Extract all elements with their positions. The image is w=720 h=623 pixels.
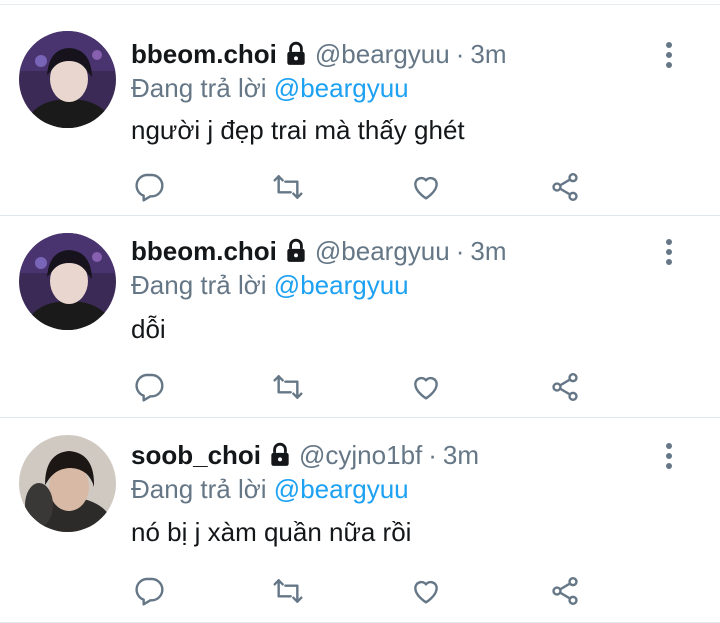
retweet-icon[interactable]	[270, 369, 306, 405]
separator: ·	[455, 235, 465, 266]
tweet-actions	[0, 169, 720, 205]
reply-icon[interactable]	[131, 573, 167, 609]
tweet-item[interactable]: bbeom.choi @beargyuu · 3m Đang trả lời @…	[0, 5, 720, 216]
tweet-header: soob_choi @cyjno1bf · 3m	[131, 434, 479, 476]
display-name[interactable]: soob_choi	[131, 440, 261, 471]
user-handle[interactable]: @beargyuu	[315, 236, 450, 267]
more-icon[interactable]	[660, 440, 678, 472]
avatar[interactable]	[19, 31, 116, 128]
reply-to-link[interactable]: @beargyuu	[274, 73, 409, 103]
avatar[interactable]	[19, 233, 116, 330]
tweet-header: bbeom.choi @beargyuu · 3m	[131, 230, 507, 272]
tweet-item[interactable]: bbeom.choi @beargyuu · 3m Đang trả lời @…	[0, 216, 720, 418]
share-icon[interactable]	[547, 169, 583, 205]
display-name[interactable]: bbeom.choi	[131, 236, 277, 267]
share-icon[interactable]	[547, 369, 583, 405]
lock-icon	[283, 238, 309, 264]
user-handle[interactable]: @cyjno1bf	[299, 440, 422, 471]
tweet-item[interactable]: soob_choi @cyjno1bf · 3m Đang trả lời @b…	[0, 418, 720, 623]
separator: ·	[455, 38, 465, 69]
lock-icon	[267, 442, 293, 468]
reply-icon[interactable]	[131, 369, 167, 405]
more-icon[interactable]	[660, 236, 678, 268]
more-icon[interactable]	[660, 39, 678, 71]
retweet-icon[interactable]	[270, 573, 306, 609]
lock-icon	[283, 41, 309, 67]
reply-prefix: Đang trả lời	[131, 73, 267, 103]
reply-icon[interactable]	[131, 169, 167, 205]
tweet-text: người j đẹp trai mà thấy ghét	[131, 115, 465, 145]
tweet-actions	[0, 573, 720, 609]
tweet-actions	[0, 369, 720, 405]
timestamp[interactable]: 3m	[470, 236, 506, 267]
reply-to-link[interactable]: @beargyuu	[274, 270, 409, 300]
reply-context: Đang trả lời @beargyuu	[131, 270, 409, 301]
display-name[interactable]: bbeom.choi	[131, 39, 277, 70]
reply-prefix: Đang trả lời	[131, 474, 267, 504]
share-icon[interactable]	[547, 573, 583, 609]
retweet-icon[interactable]	[270, 169, 306, 205]
avatar[interactable]	[19, 435, 116, 532]
like-icon[interactable]	[408, 169, 444, 205]
separator: ·	[428, 439, 437, 470]
tweet-header: bbeom.choi @beargyuu · 3m	[131, 33, 507, 75]
reply-context: Đang trả lời @beargyuu	[131, 73, 409, 104]
reply-to-link[interactable]: @beargyuu	[274, 474, 409, 504]
like-icon[interactable]	[408, 369, 444, 405]
reply-prefix: Đang trả lời	[131, 270, 267, 300]
like-icon[interactable]	[408, 573, 444, 609]
tweet-text: dỗi	[131, 314, 166, 344]
timestamp[interactable]: 3m	[470, 39, 506, 70]
user-handle[interactable]: @beargyuu	[315, 39, 450, 70]
timestamp[interactable]: 3m	[443, 440, 479, 471]
reply-context: Đang trả lời @beargyuu	[131, 474, 409, 505]
tweet-text: nó bị j xàm quần nữa rồi	[131, 517, 412, 547]
